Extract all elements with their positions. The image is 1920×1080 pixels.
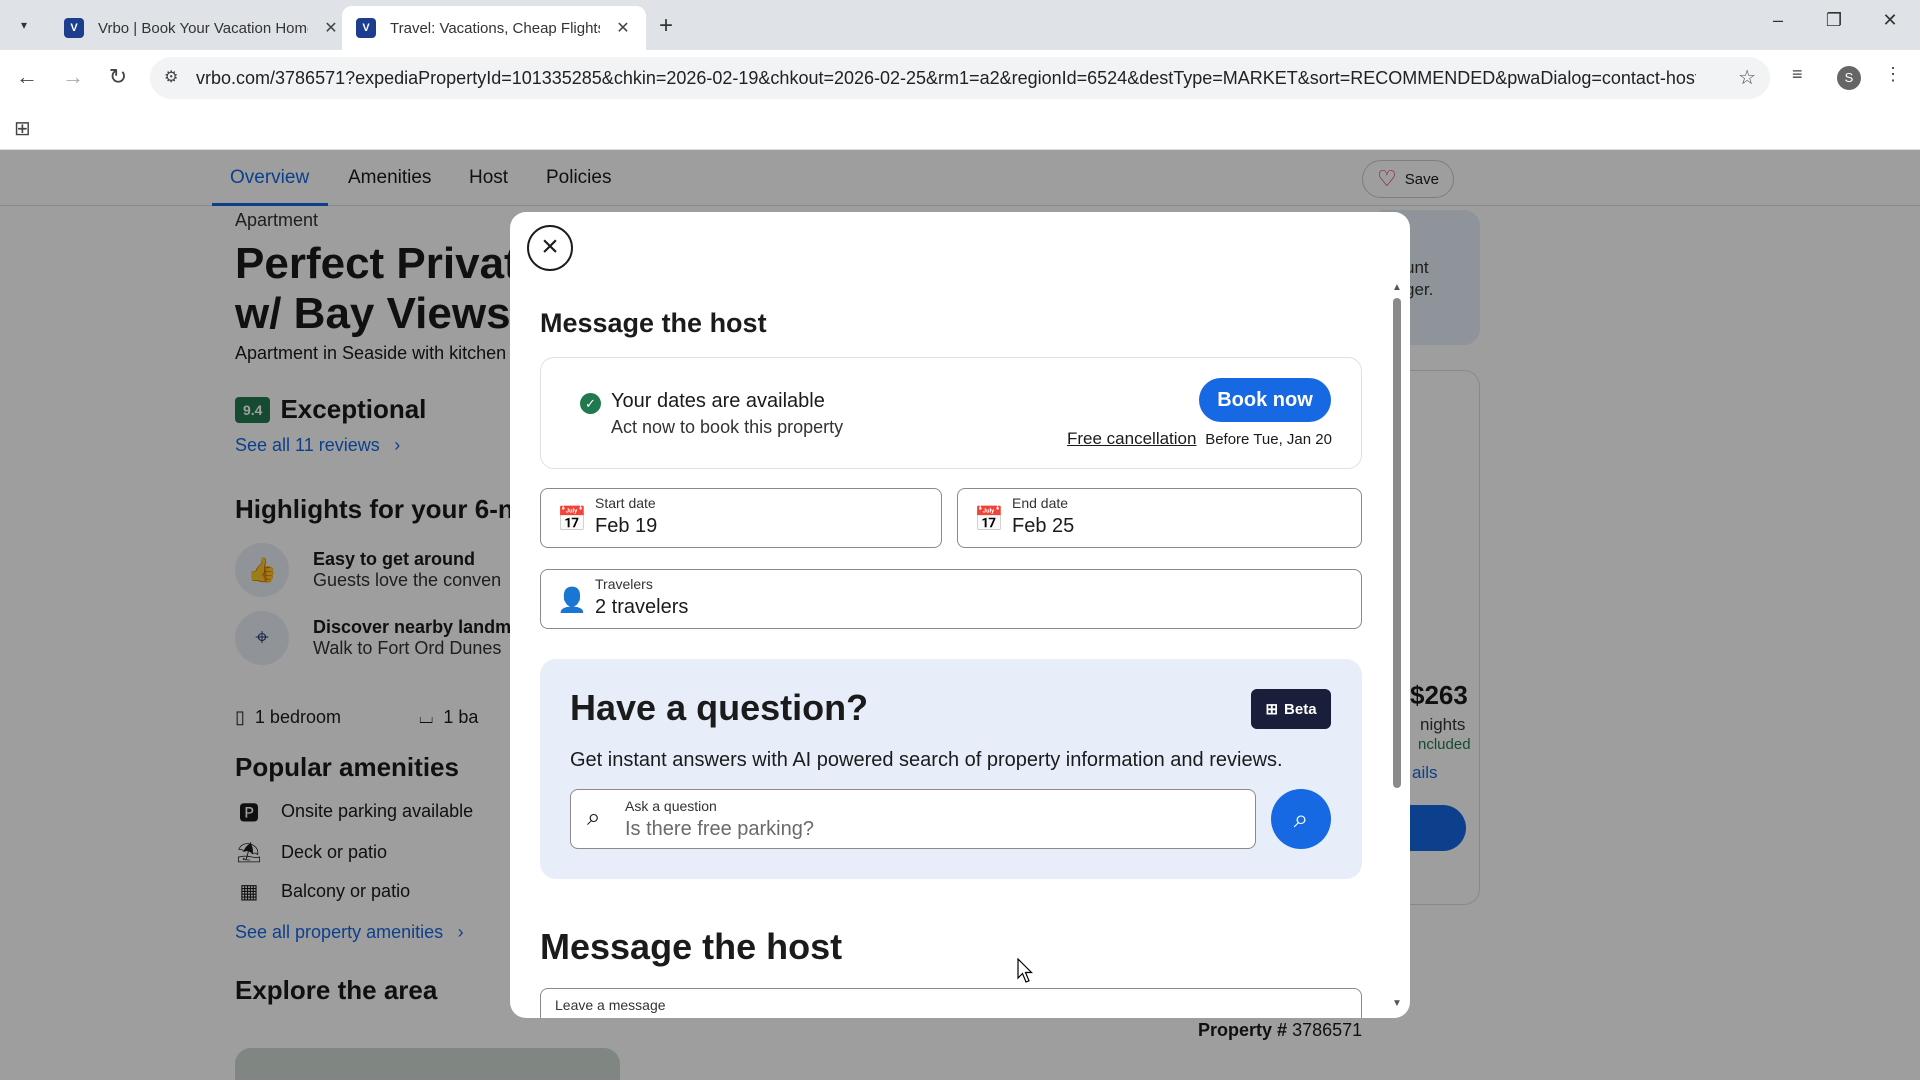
free-cancellation-link[interactable]: Free cancellation [1067,429,1196,448]
availability-subtext: Act now to book this property [611,417,844,437]
sparkle-icon: ⊞ [1265,701,1279,718]
person-icon: 👤 [557,587,587,614]
vrbo-favicon-icon: V [64,18,84,38]
travelers-value: 2 travelers [595,596,689,618]
message-label: Leave a message [555,997,666,1013]
travelers-label: Travelers [595,576,653,592]
scroll-down-icon[interactable]: ▼ [1392,998,1402,1009]
start-date-label: Start date [595,495,656,511]
end-date-label: End date [1012,495,1069,511]
message-textarea[interactable]: Leave a message [540,988,1362,1018]
ask-question-input[interactable] [625,818,1225,841]
close-tab-icon[interactable]: ✕ [614,18,632,38]
search-icon: ⌕ [587,804,601,831]
close-dialog-button[interactable]: × [527,225,573,271]
url-text[interactable]: vrbo.com/3786571?expediaPropertyId=10133… [196,68,1696,89]
book-now-button[interactable]: Book now [1199,378,1331,422]
site-info-icon[interactable]: ⚙ [164,67,178,87]
mouse-cursor-icon [1017,958,1033,983]
calendar-icon: 📅 [974,506,1004,533]
apps-grid-icon[interactable]: ⊞ [14,116,31,141]
profile-avatar[interactable]: S [1837,66,1861,90]
back-icon[interactable]: ← [12,62,42,92]
free-cancellation: Free cancellation Before Tue, Jan 20 [1067,429,1332,449]
browser-menu-icon[interactable]: ⋮ [1884,64,1902,85]
browser-tab-strip: ▾ V Vrbo | Book Your Vacation Homes ✕ V … [0,0,1920,50]
question-description: Get instant answers with AI powered sear… [570,749,1283,771]
end-date-field[interactable]: 📅 End date Feb 25 [957,488,1362,548]
tab-search-chevron-icon[interactable]: ▾ [12,14,36,36]
new-tab-button[interactable]: + [652,12,680,40]
availability-card: ✓ Your dates are available Act now to bo… [540,357,1362,469]
address-bar-row: ← → ↻ ⚙ vrbo.com/3786571?expediaProperty… [0,50,1920,106]
vrbo-favicon-icon: V [356,18,376,38]
message-section-title: Message the host [540,926,843,967]
calendar-icon: 📅 [557,506,587,533]
scroll-up-icon[interactable]: ▲ [1392,282,1402,293]
forward-icon[interactable]: → [58,62,88,92]
media-control-icon[interactable]: ≡ [1792,64,1803,85]
check-circle-icon: ✓ [580,393,601,414]
restore-icon[interactable]: ❐ [1814,10,1854,31]
dialog-scrollbar[interactable]: ▲ ▼ [1392,282,1402,1009]
minimize-icon[interactable]: – [1758,10,1798,31]
close-window-icon[interactable]: ✕ [1870,10,1910,31]
scrollbar-thumb[interactable] [1393,298,1401,788]
close-tab-icon[interactable]: ✕ [322,18,340,38]
bookmark-star-icon[interactable]: ☆ [1738,65,1756,90]
message-host-dialog: × Message the host ✓ Your dates are avai… [510,212,1410,1018]
availability-heading: Your dates are available [611,390,825,412]
beta-badge: ⊞ Beta [1251,689,1331,729]
travelers-field[interactable]: 👤 Travelers 2 travelers [540,569,1362,629]
tab-vrbo[interactable]: V Vrbo | Book Your Vacation Homes ✕ [50,6,354,50]
search-icon: ⌕ [1293,803,1309,833]
start-date-field[interactable]: 📅 Start date Feb 19 [540,488,942,548]
dialog-title: Message the host [540,308,767,338]
reload-icon[interactable]: ↻ [103,62,133,92]
question-heading: Have a question? [570,687,869,728]
omnibox[interactable]: ⚙ vrbo.com/3786571?expediaPropertyId=101… [150,57,1770,99]
tab-travel[interactable]: V Travel: Vacations, Cheap Flights ✕ [342,6,646,50]
start-date-value: Feb 19 [595,515,658,537]
tab-title: Travel: Vacations, Cheap Flights [390,19,600,37]
ask-question-label: Ask a question [625,798,717,814]
end-date-value: Feb 25 [1012,515,1075,537]
beta-label: Beta [1284,700,1317,718]
cancellation-deadline: Before Tue, Jan 20 [1205,431,1332,448]
tab-title: Vrbo | Book Your Vacation Homes [98,19,308,37]
search-submit-button[interactable]: ⌕ [1271,789,1331,849]
ai-question-card: Have a question? ⊞ Beta Get instant answ… [540,659,1362,879]
bookmarks-bar: ⊞ [0,106,1920,150]
ask-question-field[interactable]: ⌕ Ask a question [570,789,1256,849]
